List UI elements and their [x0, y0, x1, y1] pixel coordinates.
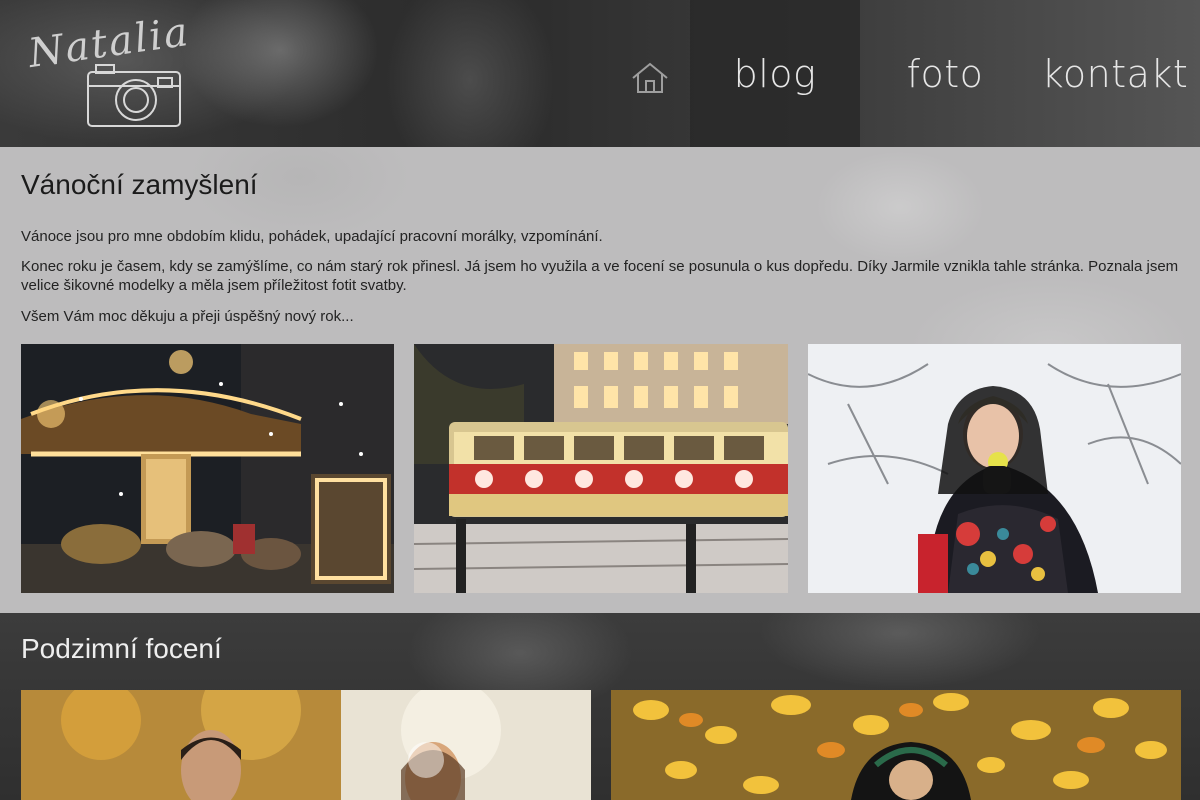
post-christmas: Vánoční zamyšlení Vánoce jsou pro mne ob…	[0, 147, 1200, 613]
post-paragraph: Vánoce jsou pro mne obdobím klidu, pohád…	[21, 228, 603, 245]
home-icon[interactable]	[630, 60, 670, 96]
couple-autumn-photo[interactable]	[21, 690, 591, 800]
autumn-leaves-portrait-photo[interactable]	[611, 690, 1181, 800]
post-paragraph: Všem Vám moc děkuju a přeji úspěšný nový…	[21, 308, 354, 325]
post-paragraph: Konec roku je časem, kdy se zamýšlíme, c…	[21, 258, 1179, 294]
post-title[interactable]: Vánoční zamyšlení	[21, 169, 258, 201]
logo[interactable]: Natalia	[22, 9, 193, 132]
nav-item-kontakt[interactable]: kontakt	[1030, 0, 1200, 147]
site-header: Natalia blog foto kontakt	[0, 0, 1200, 147]
snow-portrait-photo[interactable]	[808, 344, 1181, 593]
post-autumn: Podzimní focení	[0, 613, 1200, 800]
nav-item-blog[interactable]: blog	[690, 0, 860, 147]
nav-item-foto[interactable]: foto	[880, 0, 1010, 147]
tram-photo[interactable]	[414, 344, 788, 593]
post-title[interactable]: Podzimní focení	[21, 633, 222, 665]
carousel-photo[interactable]	[21, 344, 394, 593]
camera-icon	[87, 64, 181, 127]
